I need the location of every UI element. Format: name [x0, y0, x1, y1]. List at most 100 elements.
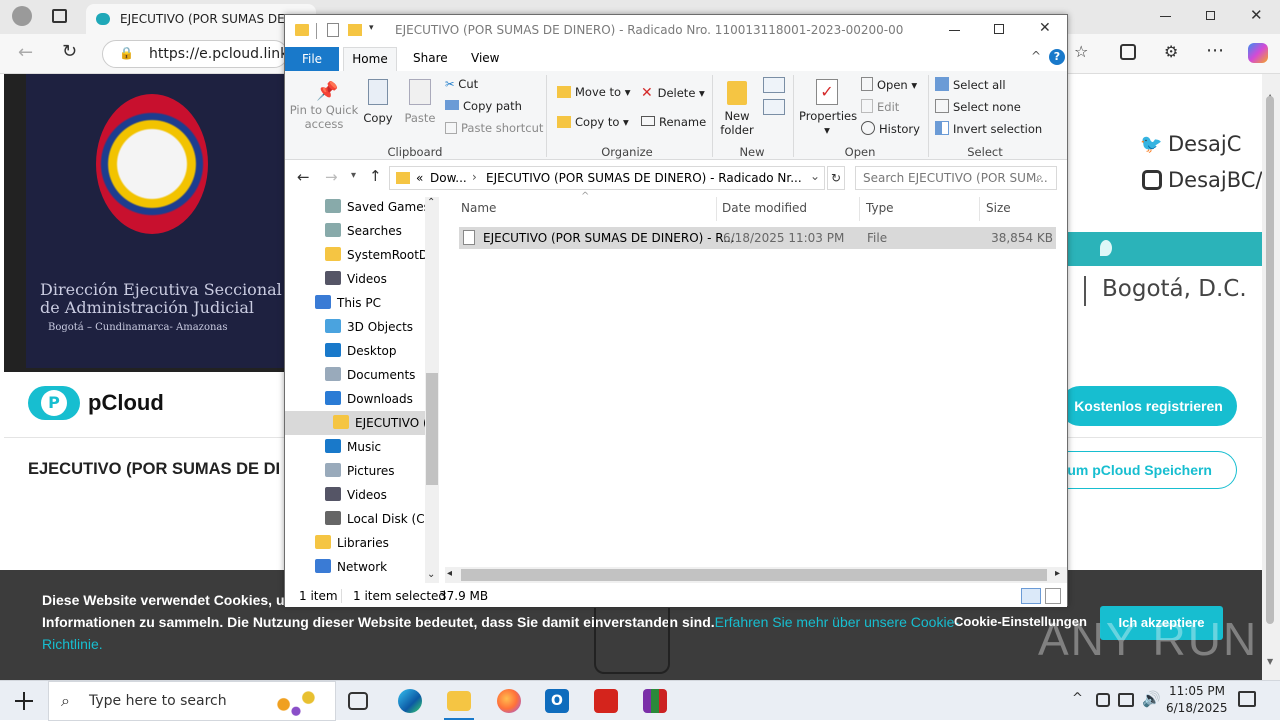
copilot-icon[interactable]: [1248, 43, 1268, 63]
column-type[interactable]: Type: [866, 201, 894, 215]
file-list-hscrollbar[interactable]: ◂ ▸: [445, 567, 1067, 583]
tab-actions-icon[interactable]: [52, 9, 67, 23]
file-row[interactable]: EJECUTIVO (POR SUMAS DE DINERO) - R... 6…: [459, 227, 1056, 249]
more-icon[interactable]: ⋯: [1206, 40, 1224, 61]
new-item-icon[interactable]: [763, 77, 785, 93]
copy-path-button[interactable]: Copy path: [445, 99, 522, 113]
tree-item[interactable]: Searches: [285, 219, 425, 243]
history-button[interactable]: History: [861, 121, 920, 136]
properties-button[interactable]: ✓ Properties ▾: [799, 77, 857, 143]
breadcrumb-downloads[interactable]: Dow...: [430, 171, 467, 185]
help-icon[interactable]: ?: [1049, 49, 1065, 65]
scroll-down-icon[interactable]: ▼: [1267, 657, 1273, 666]
tree-item[interactable]: Pictures: [285, 459, 425, 483]
outlook-icon[interactable]: O: [545, 689, 569, 713]
tab-view[interactable]: View: [471, 51, 499, 65]
firefox-icon[interactable]: [497, 689, 521, 713]
collections-icon[interactable]: [1120, 44, 1136, 60]
tree-item[interactable]: Videos: [285, 483, 425, 507]
tree-scroll-up-icon[interactable]: ⌃: [427, 197, 435, 208]
pcloud-logo-icon[interactable]: P: [28, 386, 80, 420]
select-none-button[interactable]: Select none: [935, 99, 1021, 114]
invert-selection-button[interactable]: Invert selection: [935, 121, 1042, 136]
tree-item[interactable]: Downloads: [285, 387, 425, 411]
tree-item[interactable]: Saved Games: [285, 195, 425, 219]
register-button[interactable]: Kostenlos registrieren: [1060, 386, 1237, 426]
column-date-modified[interactable]: Date modified: [722, 201, 807, 215]
new-folder-button[interactable]: New folder: [719, 77, 755, 143]
open-button[interactable]: Open ▾: [861, 77, 917, 92]
explorer-maximize-icon[interactable]: [994, 24, 1004, 34]
cut-button[interactable]: ✂ Cut: [445, 77, 478, 91]
hscroll-right-icon[interactable]: ▸: [1055, 568, 1060, 579]
tree-item[interactable]: EJECUTIVO (P: [285, 411, 425, 435]
paste-shortcut-button[interactable]: Paste shortcut: [445, 121, 543, 135]
search-icon[interactable]: ⌕: [1036, 170, 1043, 185]
restore-icon[interactable]: [1206, 11, 1215, 20]
acrobat-icon[interactable]: [594, 689, 618, 713]
recent-locations-icon[interactable]: ▾: [351, 170, 356, 181]
network-icon[interactable]: [1118, 693, 1134, 707]
tree-item[interactable]: Local Disk (C:): [285, 507, 425, 531]
breadcrumb-overflow[interactable]: «: [416, 171, 423, 185]
taskbar-search[interactable]: ⌕ Type here to search: [48, 681, 336, 721]
close-icon[interactable]: ✕: [1250, 6, 1263, 24]
qat-dropdown-icon[interactable]: ▾: [369, 23, 374, 33]
tray-chevron-icon[interactable]: ^: [1072, 691, 1083, 706]
address-field[interactable]: « Dow... › EJECUTIVO (POR SUMAS DE DINER…: [389, 166, 825, 190]
tree-scroll-thumb[interactable]: [426, 373, 438, 485]
start-windows-icon[interactable]: [15, 692, 33, 710]
clock-time[interactable]: 11:05 PM: [1168, 684, 1226, 698]
ribbon-collapse-icon[interactable]: ^: [1031, 49, 1041, 63]
file-explorer-taskbar-icon[interactable]: [447, 691, 471, 711]
volume-icon[interactable]: 🔊: [1142, 690, 1161, 708]
tree-item[interactable]: This PC: [285, 291, 425, 315]
tree-item[interactable]: Network: [285, 555, 425, 579]
hscroll-thumb[interactable]: [461, 569, 1047, 581]
minimize-icon[interactable]: [1160, 16, 1171, 17]
save-to-pcloud-button[interactable]: um pCloud Speichern: [1050, 451, 1237, 489]
details-view-icon[interactable]: [1021, 588, 1041, 604]
easy-access-icon[interactable]: [763, 99, 785, 115]
page-scrollbar[interactable]: ▲ ▼: [1262, 74, 1280, 680]
explorer-minimize-icon[interactable]: [949, 30, 960, 31]
tree-scrollbar[interactable]: ⌃ ⌄: [425, 197, 439, 583]
tab-home[interactable]: Home: [343, 47, 397, 72]
search-box[interactable]: Search EJECUTIVO (POR SUM... ⌕: [855, 166, 1057, 190]
large-icons-view-icon[interactable]: [1045, 588, 1061, 604]
copy-button[interactable]: Copy: [361, 77, 395, 137]
clock-date[interactable]: 6/18/2025: [1166, 701, 1228, 715]
task-view-icon[interactable]: [348, 692, 368, 710]
explorer-close-icon[interactable]: ✕: [1039, 20, 1051, 36]
refresh-icon[interactable]: ↻: [62, 41, 77, 62]
tree-scroll-down-icon[interactable]: ⌄: [427, 569, 435, 580]
tree-item[interactable]: 3D Objects: [285, 315, 425, 339]
column-name[interactable]: Name: [461, 201, 496, 215]
edit-button[interactable]: Edit: [861, 99, 899, 114]
qat-new-folder-icon[interactable]: [348, 24, 362, 36]
nav-back-icon[interactable]: ←: [297, 168, 310, 186]
nav-up-icon[interactable]: ↑: [369, 167, 382, 185]
back-icon[interactable]: ←: [18, 42, 33, 63]
notifications-icon[interactable]: [1238, 691, 1256, 707]
scroll-thumb[interactable]: [1266, 96, 1274, 624]
delete-button[interactable]: ✕ Delete ▾: [641, 85, 705, 101]
tree-item[interactable]: Desktop: [285, 339, 425, 363]
address-refresh-icon[interactable]: ↻: [827, 166, 845, 190]
pin-quick-access-button[interactable]: 📌 Pin to Quick access: [289, 77, 359, 143]
tree-item[interactable]: Libraries: [285, 531, 425, 555]
breadcrumb-current[interactable]: EJECUTIVO (POR SUMAS DE DINERO) - Radica…: [486, 171, 802, 185]
edge-icon[interactable]: [398, 689, 422, 713]
tab-share[interactable]: Share: [413, 51, 448, 65]
hscroll-left-icon[interactable]: ◂: [447, 568, 452, 579]
tree-item[interactable]: Documents: [285, 363, 425, 387]
favorites-icon[interactable]: ☆: [1074, 42, 1088, 61]
tree-item[interactable]: Music: [285, 435, 425, 459]
rename-button[interactable]: Rename: [641, 115, 706, 129]
move-to-button[interactable]: Move to ▾: [557, 85, 630, 99]
nav-forward-icon[interactable]: →: [325, 168, 338, 186]
browser-tab[interactable]: EJECUTIVO (POR SUMAS DE DINER: [86, 4, 326, 34]
qat-properties-icon[interactable]: [327, 23, 339, 37]
tab-file[interactable]: File: [285, 47, 339, 71]
column-size[interactable]: Size: [986, 201, 1011, 215]
